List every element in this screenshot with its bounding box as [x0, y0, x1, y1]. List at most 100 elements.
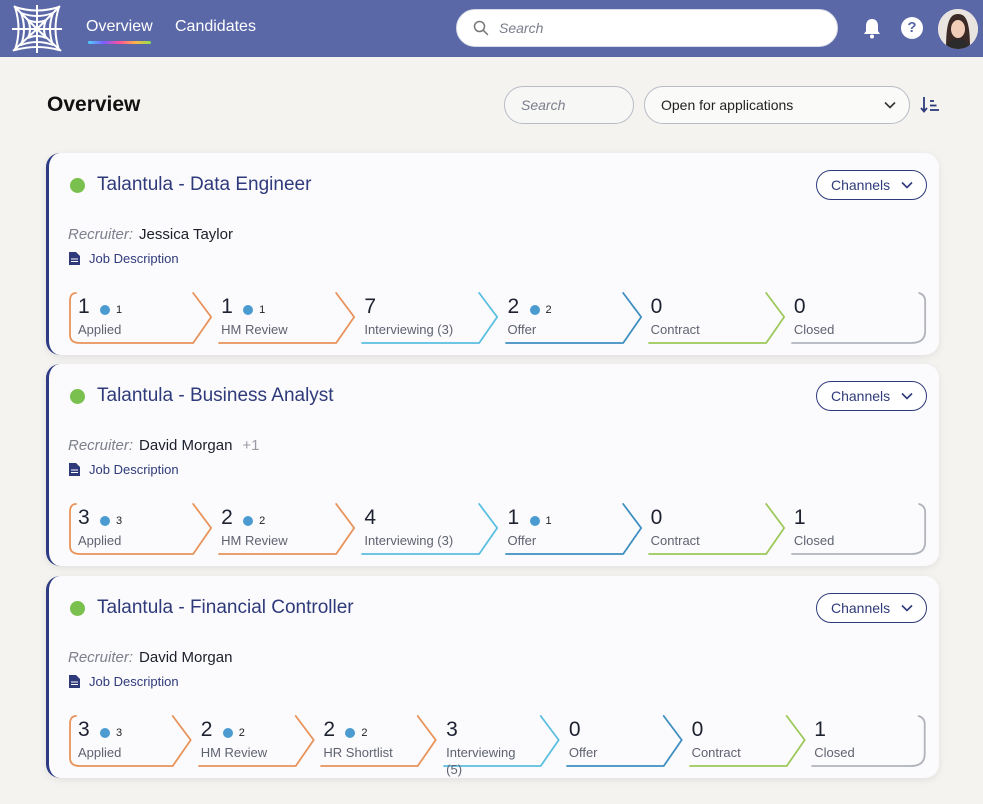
badge-count: 3: [116, 727, 123, 739]
document-icon: [69, 675, 80, 688]
jobs-search-input[interactable]: [521, 97, 621, 113]
pipeline-stage[interactable]: 1 1 Offer: [498, 502, 645, 558]
document-icon: [69, 252, 80, 265]
pipeline-stage[interactable]: 2 2 HR Shortlist: [313, 714, 440, 770]
tab-overview[interactable]: Overview: [86, 18, 153, 44]
new-candidates-badge: 1: [529, 515, 552, 527]
new-candidates-badge: 3: [100, 727, 122, 739]
user-avatar[interactable]: [938, 9, 978, 49]
global-search-box[interactable]: [456, 9, 838, 47]
job-description-link[interactable]: Job Description: [69, 462, 179, 477]
pipeline-stage[interactable]: 7 Interviewing (3): [354, 291, 501, 347]
stage-label: HM Review: [200, 745, 268, 760]
stage-count: 1: [221, 295, 233, 318]
pipeline-stage[interactable]: 1 1 Applied: [68, 291, 215, 347]
new-candidates-badge: 1: [100, 304, 122, 316]
stage-label: Contract: [691, 745, 741, 760]
tab-candidates[interactable]: Candidates: [175, 18, 256, 36]
job-description-label: Job Description: [89, 462, 179, 477]
pipeline-stage[interactable]: 3 3 Applied: [68, 502, 215, 558]
pipeline-stage[interactable]: 2 2 HM Review: [191, 714, 318, 770]
badge-count: 1: [545, 515, 552, 527]
stage-label: Applied: [78, 322, 122, 337]
recruiter-info: Recruiter: David Morgan: [68, 649, 242, 666]
job-title[interactable]: Talantula - Data Engineer: [97, 174, 311, 196]
job-description-label: Job Description: [89, 251, 179, 266]
document-icon: [69, 463, 80, 476]
badge-dot-icon: [222, 728, 233, 738]
pipeline-stage[interactable]: 1 Closed: [804, 714, 931, 770]
new-candidates-badge: 2: [529, 304, 552, 316]
stage-count: 2: [323, 718, 336, 741]
pipeline-stage[interactable]: 1 1 HM Review: [211, 291, 358, 347]
badge-dot-icon: [243, 516, 254, 526]
job-title[interactable]: Talantula - Business Analyst: [97, 385, 334, 407]
badge-count: 2: [259, 515, 266, 527]
pipeline-stage[interactable]: 2 2 Offer: [498, 291, 645, 347]
badge-dot-icon: [243, 305, 254, 315]
channels-dropdown[interactable]: Channels: [816, 381, 927, 411]
badge-dot-icon: [529, 516, 540, 526]
stage-label: Applied: [78, 745, 122, 760]
stage-count: 0: [691, 718, 704, 741]
pipeline-stage[interactable]: 2 2 HM Review: [211, 502, 358, 558]
pipeline-stage[interactable]: 0 Offer: [559, 714, 686, 770]
stage-count: 3: [78, 506, 90, 529]
stage-label: Offer: [568, 745, 598, 760]
stage-count: 3: [446, 718, 458, 741]
stage-count: 3: [78, 718, 90, 741]
stage-count: 0: [793, 295, 806, 318]
stage-chevron-shape: [69, 503, 213, 555]
pipeline-stage[interactable]: 1 Closed: [784, 502, 931, 558]
stage-label: Closed: [814, 745, 855, 760]
badge-dot-icon: [100, 728, 110, 738]
stage-chevron-shape: [218, 292, 356, 344]
job-title[interactable]: Talantula - Financial Controller: [97, 597, 354, 619]
pipeline-stage[interactable]: 0 Contract: [641, 291, 788, 347]
status-filter-dropdown[interactable]: Open for applications: [644, 86, 910, 124]
job-description-link[interactable]: Job Description: [69, 251, 179, 266]
badge-count: 1: [259, 304, 266, 316]
new-candidates-badge: 2: [345, 727, 368, 739]
channels-dropdown[interactable]: Channels: [816, 593, 927, 623]
recruiter-extra-count[interactable]: +1: [242, 437, 259, 454]
jobs-search-box[interactable]: [504, 86, 634, 124]
stage-label: Interviewing (3): [364, 322, 454, 337]
stage-label: Interviewing: [446, 745, 516, 760]
stage-label: Offer: [507, 533, 537, 548]
pipeline-stage[interactable]: 0 Closed: [784, 291, 931, 347]
chevron-down-icon: [901, 392, 913, 400]
stage-count: 0: [650, 295, 663, 318]
job-card[interactable]: Talantula - Financial Controller Channel…: [46, 576, 939, 778]
job-card[interactable]: Talantula - Business Analyst Channels Re…: [46, 364, 939, 566]
pipeline-stage[interactable]: 3 Interviewing (5): [436, 714, 563, 777]
top-navigation-bar: Overview Candidates ?: [0, 0, 983, 57]
stage-chevron-shape: [790, 503, 926, 555]
status-active-dot: [70, 601, 85, 616]
status-active-dot: [70, 178, 85, 193]
stage-count: 4: [364, 506, 377, 529]
stage-chevron-shape: [218, 503, 356, 555]
spiderweb-logo-icon[interactable]: [10, 3, 64, 55]
badge-count: 2: [545, 304, 552, 316]
pipeline-stage[interactable]: 0 Contract: [682, 714, 809, 770]
channels-dropdown[interactable]: Channels: [816, 170, 927, 200]
job-description-link[interactable]: Job Description: [69, 674, 179, 689]
recruiter-name: David Morgan: [139, 437, 233, 454]
new-candidates-badge: 1: [243, 304, 265, 316]
help-icon[interactable]: ?: [901, 17, 923, 39]
badge-count: 2: [361, 727, 368, 739]
search-icon: [473, 20, 489, 36]
global-search-input[interactable]: [499, 20, 799, 36]
job-description-label: Job Description: [89, 674, 179, 689]
sort-icon[interactable]: [920, 95, 940, 115]
pipeline-stage[interactable]: 4 Interviewing (3): [354, 502, 501, 558]
notification-bell-icon[interactable]: [860, 16, 884, 40]
stage-count: 2: [221, 506, 233, 529]
job-card[interactable]: Talantula - Data Engineer Channels Recru…: [46, 153, 939, 355]
badge-dot-icon: [345, 728, 356, 738]
stage-label-line2: (5): [446, 762, 463, 777]
stage-count: 2: [507, 295, 520, 318]
pipeline-stage[interactable]: 3 3 Applied: [68, 714, 195, 770]
pipeline-stage[interactable]: 0 Contract: [641, 502, 788, 558]
